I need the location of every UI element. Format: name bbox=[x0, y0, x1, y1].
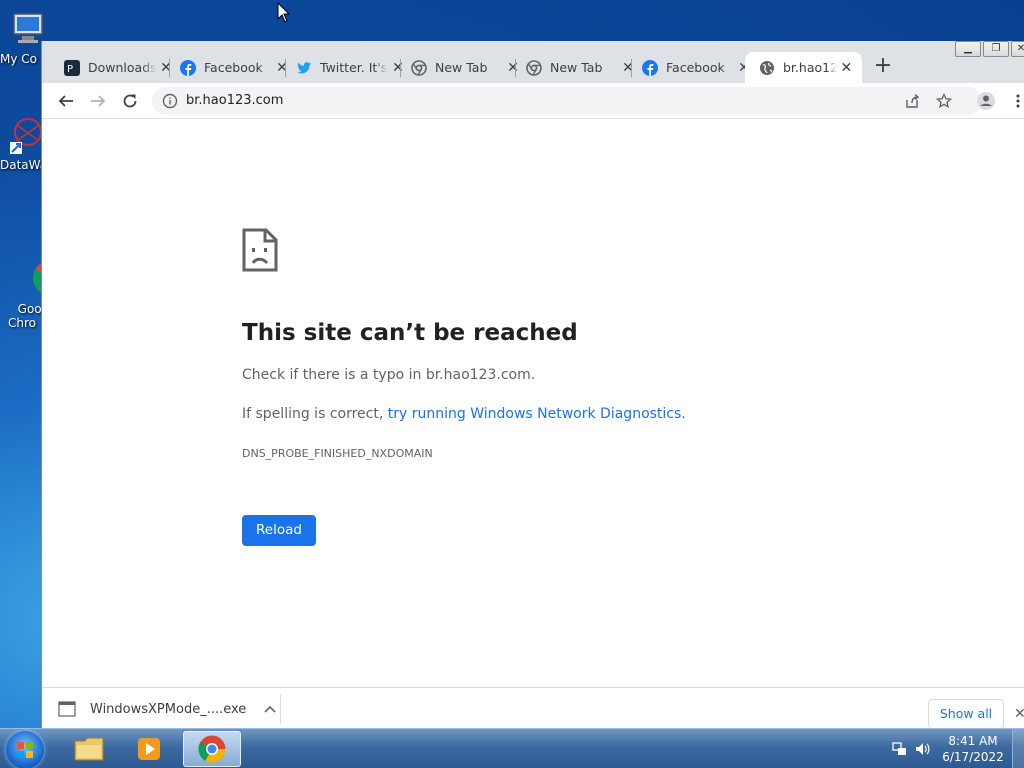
twitter-icon bbox=[296, 60, 312, 76]
media-player-icon bbox=[138, 738, 160, 760]
tab-new-tab-2[interactable]: New Tab ✕ bbox=[512, 52, 644, 83]
volume-icon[interactable] bbox=[914, 741, 930, 760]
taskbar-explorer[interactable] bbox=[60, 731, 118, 767]
close-icon[interactable]: ✕ bbox=[1014, 706, 1024, 722]
address-bar[interactable]: br.hao123.com bbox=[152, 87, 982, 115]
start-button[interactable] bbox=[6, 731, 44, 768]
profile-button[interactable] bbox=[974, 89, 998, 113]
error-title: This site can’t be reached bbox=[242, 320, 578, 346]
tab-label: Twitter. It's bbox=[320, 60, 388, 75]
svg-text:P: P bbox=[67, 64, 73, 75]
chrome-icon bbox=[526, 59, 542, 76]
taskbar-media-player[interactable] bbox=[120, 731, 178, 767]
clock-date: 6/17/2022 bbox=[942, 750, 1004, 764]
tab-label: Facebook bbox=[204, 60, 263, 75]
tab-strip: ▁ ❐ ✕ P Downloads ✕ Facebook ✕ Twitter. … bbox=[42, 41, 1024, 83]
clock-time: 8:41 AM bbox=[948, 734, 998, 748]
info-icon[interactable] bbox=[162, 93, 178, 109]
star-icon[interactable] bbox=[935, 92, 953, 109]
download-shelf: WindowsXPMode_....exe Show all ✕ bbox=[42, 687, 1024, 729]
clock[interactable]: 8:41 AM 6/17/2022 bbox=[938, 733, 1008, 765]
tab-downloads[interactable]: P Downloads ✕ bbox=[50, 52, 182, 83]
diagnostics-prefix: If spelling is correct, bbox=[242, 406, 388, 422]
tab-facebook-2[interactable]: Facebook ✕ bbox=[628, 52, 760, 83]
tab-label: New Tab bbox=[550, 60, 603, 75]
tab-label: Facebook bbox=[666, 60, 725, 75]
facebook-icon bbox=[180, 59, 196, 76]
chrome-icon bbox=[8, 244, 44, 295]
tab-label: New Tab bbox=[435, 60, 488, 75]
photoscape-icon: P bbox=[64, 59, 80, 76]
computer-icon bbox=[8, 8, 44, 48]
tab-twitter[interactable]: Twitter. It's ✕ bbox=[282, 52, 414, 83]
network-diagnostics-link[interactable]: try running Windows Network Diagnostics bbox=[388, 406, 682, 422]
tab-new-tab-1[interactable]: New Tab ✕ bbox=[397, 52, 529, 83]
error-page: This site can’t be reached Check if ther… bbox=[42, 120, 1024, 687]
more-vert-icon bbox=[1016, 94, 1020, 108]
windows-logo-icon bbox=[17, 742, 33, 758]
new-tab-button[interactable]: + bbox=[870, 54, 896, 80]
desktop-icon-google-chrome[interactable]: Goo Chro bbox=[0, 216, 44, 344]
facebook-icon bbox=[642, 59, 658, 76]
chevron-up-icon[interactable] bbox=[264, 702, 276, 717]
refresh-icon bbox=[123, 94, 137, 108]
show-desktop-button[interactable] bbox=[1012, 729, 1024, 768]
download-separator bbox=[280, 694, 281, 724]
executable-file-icon bbox=[58, 701, 76, 717]
folder-icon bbox=[74, 737, 104, 761]
arrow-right-icon bbox=[91, 95, 106, 107]
sad-page-icon bbox=[242, 228, 278, 276]
chrome-icon bbox=[411, 59, 427, 76]
error-code: DNS_PROBE_FINISHED_NXDOMAIN bbox=[242, 447, 433, 460]
reload-toolbar-button[interactable] bbox=[118, 89, 142, 113]
taskbar: 8:41 AM 6/17/2022 bbox=[0, 728, 1024, 768]
reload-button[interactable]: Reload bbox=[242, 515, 316, 546]
datawarrior-icon bbox=[8, 114, 44, 154]
chrome-window: ▁ ❐ ✕ P Downloads ✕ Facebook ✕ Twitter. … bbox=[41, 41, 1024, 729]
tab-facebook-1[interactable]: Facebook ✕ bbox=[166, 52, 298, 83]
diagnostics-suffix: . bbox=[681, 406, 686, 422]
share-icon[interactable] bbox=[904, 93, 920, 109]
close-icon[interactable]: ✕ bbox=[839, 60, 854, 76]
desktop-icon-label: Goo Chro bbox=[8, 302, 42, 330]
desktop-icon-datawarrior[interactable]: DataWa bbox=[0, 114, 44, 172]
window-controls: ▁ ❐ ✕ bbox=[953, 41, 1024, 59]
taskbar-chrome[interactable] bbox=[183, 731, 241, 767]
network-icon[interactable] bbox=[892, 741, 908, 760]
desktop-icon-label: My Co bbox=[0, 52, 37, 66]
download-item[interactable]: WindowsXPMode_....exe bbox=[58, 694, 276, 724]
url-text: br.hao123.com bbox=[186, 93, 284, 108]
menu-button[interactable] bbox=[1006, 89, 1024, 113]
globe-icon bbox=[759, 60, 775, 76]
desktop-icon-my-computer[interactable]: My Co bbox=[0, 8, 44, 66]
tab-label: br.hao123.com bbox=[783, 60, 837, 75]
close-window-button[interactable]: ✕ bbox=[1011, 41, 1024, 57]
desktop-icon-label: DataWa bbox=[0, 158, 44, 172]
tab-br-hao123[interactable]: br.hao123.com ✕ bbox=[745, 52, 862, 83]
tab-label: Downloads bbox=[88, 60, 156, 75]
download-filename: WindowsXPMode_....exe bbox=[90, 701, 247, 717]
arrow-left-icon bbox=[58, 95, 73, 107]
mouse-cursor-icon bbox=[277, 1, 291, 28]
chrome-icon bbox=[198, 735, 226, 763]
back-button[interactable] bbox=[54, 89, 78, 113]
avatar-icon bbox=[977, 92, 995, 110]
restore-button[interactable]: ❐ bbox=[983, 41, 1009, 57]
error-diagnostics-hint: If spelling is correct, try running Wind… bbox=[242, 406, 686, 422]
forward-button[interactable] bbox=[86, 89, 110, 113]
browser-toolbar: br.hao123.com bbox=[42, 83, 1024, 119]
show-all-button[interactable]: Show all bbox=[928, 699, 1004, 729]
minimize-button[interactable]: ▁ bbox=[955, 41, 981, 57]
error-typo-hint: Check if there is a typo in br.hao123.co… bbox=[242, 367, 536, 383]
